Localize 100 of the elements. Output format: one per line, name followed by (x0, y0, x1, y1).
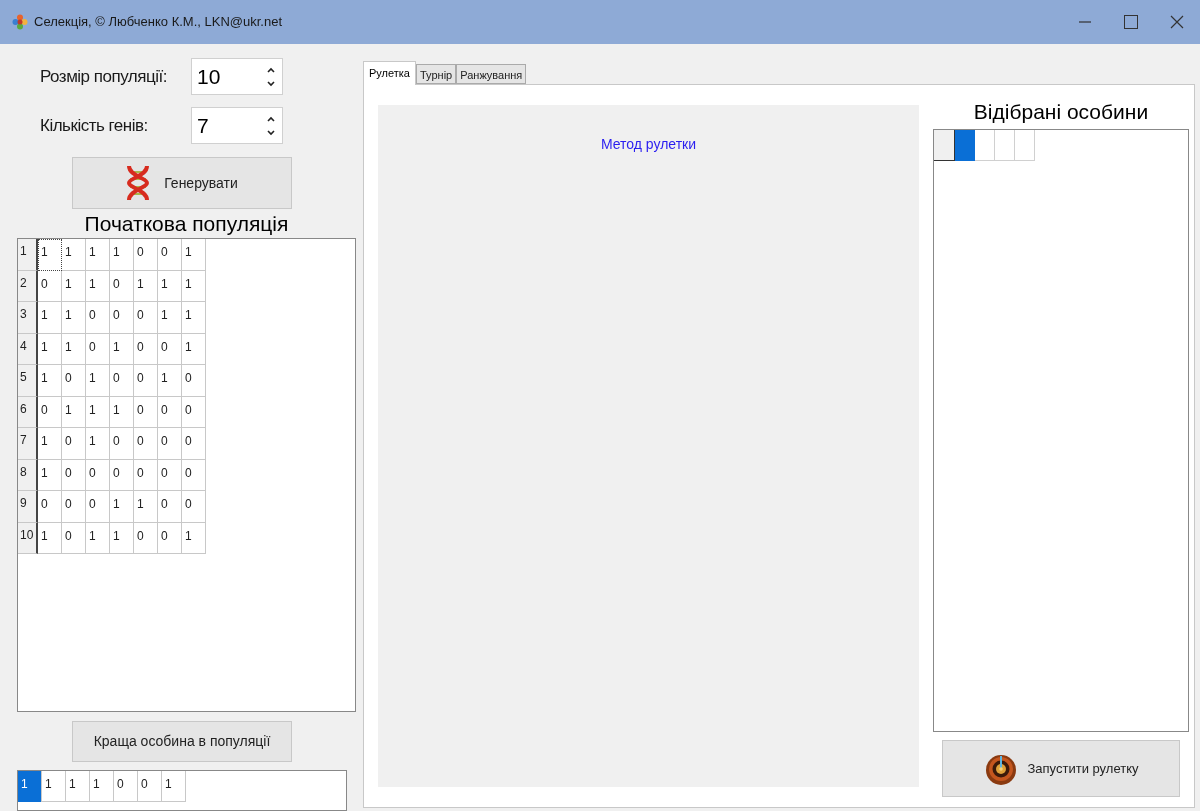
row-header: 3 (18, 302, 38, 334)
table-cell[interactable]: 0 (158, 239, 182, 271)
row-header: 7 (18, 428, 38, 460)
table-cell[interactable] (955, 130, 975, 161)
table-cell[interactable]: 0 (110, 270, 134, 302)
table-cell[interactable]: 1 (158, 365, 182, 397)
table-cell[interactable]: 1 (38, 428, 62, 460)
table-cell[interactable]: 0 (134, 365, 158, 397)
table-cell[interactable]: 1 (86, 270, 110, 302)
table-cell[interactable]: 1 (38, 459, 62, 491)
table-cell[interactable]: 0 (62, 365, 86, 397)
field-label: Кількість генів: (40, 114, 149, 137)
table-cell[interactable]: 1 (38, 239, 62, 271)
table-cell[interactable]: 1 (62, 302, 86, 334)
table-cell[interactable]: 1 (86, 239, 110, 271)
run-roulette-button[interactable]: Запустити рулетку (942, 740, 1180, 797)
table-cell[interactable]: 1 (18, 771, 42, 802)
table-cell[interactable]: 1 (110, 396, 134, 428)
table-cell[interactable]: 1 (86, 396, 110, 428)
table-cell[interactable]: 1 (182, 270, 206, 302)
table-cell[interactable]: 0 (182, 396, 206, 428)
table-cell[interactable]: 1 (38, 522, 62, 554)
table-cell[interactable]: 0 (86, 333, 110, 365)
table-cell[interactable]: 0 (134, 428, 158, 460)
window-title: Селекція, © Любченко К.М., LKN@ukr.net (34, 13, 282, 32)
table-cell[interactable]: 0 (110, 302, 134, 334)
minimize-icon (1079, 21, 1091, 23)
table-cell[interactable]: 0 (38, 270, 62, 302)
tab[interactable]: Ранжування (456, 64, 527, 84)
table-cell[interactable]: 1 (38, 302, 62, 334)
table-cell[interactable]: 1 (62, 270, 86, 302)
generate-button[interactable]: Генерувати (72, 157, 292, 209)
app-icon (12, 14, 28, 30)
table-cell[interactable]: 0 (134, 459, 158, 491)
table-cell[interactable]: 0 (158, 459, 182, 491)
table-cell[interactable]: 1 (110, 522, 134, 554)
section-heading: Початкова популяція (83, 211, 290, 237)
table-cell[interactable]: 0 (182, 365, 206, 397)
table-cell[interactable] (975, 130, 995, 161)
table-cell[interactable]: 0 (114, 771, 138, 802)
table-cell[interactable]: 1 (182, 302, 206, 334)
table-cell[interactable]: 0 (62, 491, 86, 523)
table-cell[interactable]: 1 (162, 771, 186, 802)
table-cell[interactable]: 0 (86, 302, 110, 334)
table-cell[interactable]: 1 (110, 239, 134, 271)
table-cell[interactable]: 1 (182, 522, 206, 554)
table-cell[interactable]: 1 (38, 333, 62, 365)
table-cell[interactable]: 0 (110, 428, 134, 460)
table-cell[interactable]: 0 (134, 396, 158, 428)
table-cell[interactable]: 1 (38, 365, 62, 397)
table-cell[interactable]: 1 (86, 522, 110, 554)
table-cell[interactable]: 0 (158, 491, 182, 523)
table-cell[interactable]: 0 (110, 365, 134, 397)
table-cell[interactable]: 1 (86, 428, 110, 460)
field-value: 7 (197, 112, 209, 139)
table-cell[interactable]: 1 (158, 270, 182, 302)
table-cell[interactable]: 0 (182, 459, 206, 491)
number-field[interactable]: 10 (191, 58, 283, 95)
table-cell[interactable]: 0 (134, 302, 158, 334)
table-cell[interactable]: 1 (110, 491, 134, 523)
tab[interactable]: Рулетка (363, 61, 416, 85)
table-cell[interactable]: 0 (158, 428, 182, 460)
table-cell[interactable]: 1 (158, 302, 182, 334)
table-cell[interactable]: 0 (86, 459, 110, 491)
table-cell[interactable]: 0 (38, 491, 62, 523)
table-cell[interactable]: 1 (90, 771, 114, 802)
table-cell[interactable]: 1 (66, 771, 90, 802)
table-cell[interactable]: 1 (62, 396, 86, 428)
table-cell[interactable]: 0 (62, 428, 86, 460)
method-label: Метод рулетки (600, 135, 697, 152)
table-cell[interactable]: 0 (134, 333, 158, 365)
table-cell[interactable]: 0 (182, 491, 206, 523)
tab[interactable]: Турнір (416, 64, 457, 84)
table-cell[interactable]: 0 (134, 239, 158, 271)
spinner-arrows-icon (266, 65, 276, 88)
best-individual-button[interactable]: Краща особина в популяції (72, 721, 292, 762)
table-cell[interactable]: 1 (62, 239, 86, 271)
table-cell[interactable]: 0 (158, 333, 182, 365)
table-cell[interactable]: 1 (86, 365, 110, 397)
number-field[interactable]: 7 (191, 107, 283, 144)
table-cell[interactable]: 0 (62, 522, 86, 554)
table-cell[interactable]: 1 (182, 239, 206, 271)
table-cell[interactable]: 0 (158, 396, 182, 428)
table-cell[interactable]: 0 (138, 771, 162, 802)
table-cell[interactable]: 0 (182, 428, 206, 460)
table-cell[interactable] (995, 130, 1015, 161)
table-cell[interactable]: 0 (134, 522, 158, 554)
table-cell[interactable]: 0 (110, 459, 134, 491)
table-cell[interactable]: 0 (158, 522, 182, 554)
table-cell[interactable]: 1 (42, 771, 66, 802)
table-cell[interactable]: 1 (110, 333, 134, 365)
table-cell[interactable]: 1 (62, 333, 86, 365)
table-cell[interactable]: 0 (38, 396, 62, 428)
table-cell[interactable]: 1 (182, 333, 206, 365)
table-cell[interactable]: 1 (134, 491, 158, 523)
table-cell[interactable]: 0 (86, 491, 110, 523)
table-cell[interactable]: 1 (134, 270, 158, 302)
table-cell[interactable] (1015, 130, 1035, 161)
row-header: 9 (18, 491, 38, 523)
table-cell[interactable]: 0 (62, 459, 86, 491)
